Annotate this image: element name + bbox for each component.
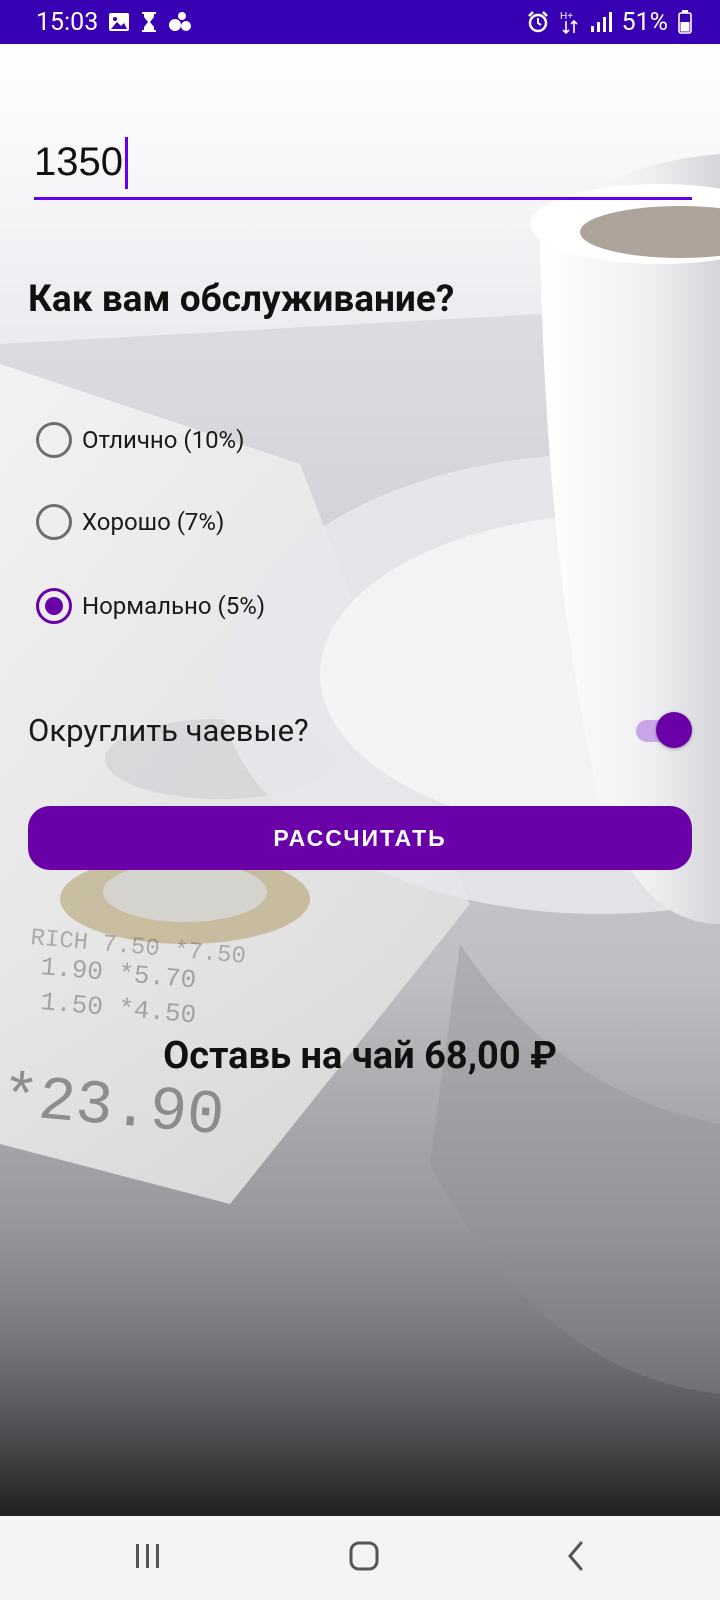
- image-icon: [108, 11, 130, 33]
- amount-value: 1350: [34, 140, 123, 184]
- radio-option-good[interactable]: Хорошо (7%): [36, 504, 224, 540]
- hourglass-icon: [140, 11, 158, 33]
- radio-label: Хорошо (7%): [82, 508, 225, 536]
- status-right: H+ 51%: [526, 8, 692, 37]
- battery-icon: [678, 10, 692, 34]
- bubbles-icon: [168, 11, 194, 33]
- radio-label: Нормально (5%): [82, 592, 266, 620]
- status-left: 15:03: [36, 8, 194, 37]
- radio-button[interactable]: [36, 504, 72, 540]
- round-tips-switch[interactable]: [632, 710, 692, 750]
- text-cursor: [124, 136, 128, 189]
- alarm-icon: [526, 10, 550, 34]
- status-time: 15:03: [36, 7, 99, 37]
- switch-thumb[interactable]: [656, 712, 692, 748]
- round-tips-row: Округлить чаевые?: [28, 710, 692, 750]
- recent-apps-icon[interactable]: [133, 1542, 163, 1574]
- radio-button[interactable]: [36, 422, 72, 458]
- radio-button-checked[interactable]: [36, 588, 72, 624]
- background-photo: *23.90 1.90 *5.70 1.50 *4.50 RICH 7.50 *…: [0, 44, 720, 1516]
- service-question: Как вам обслуживание?: [28, 278, 455, 321]
- status-bar: 15:03 H+ 51%: [0, 0, 720, 44]
- back-icon[interactable]: [565, 1540, 587, 1576]
- round-tips-label: Округлить чаевые?: [28, 711, 309, 749]
- battery-percent: 51%: [621, 7, 668, 37]
- signal-icon: [590, 11, 612, 33]
- radio-label: Отлично (10%): [82, 426, 245, 454]
- svg-text:H+: H+: [560, 11, 573, 22]
- tip-result: Оставь на чай 68,00 ₽: [163, 1034, 557, 1078]
- home-icon[interactable]: [348, 1540, 380, 1576]
- navigation-bar: [0, 1516, 720, 1600]
- amount-input[interactable]: 1350: [34, 128, 692, 200]
- radio-option-excellent[interactable]: Отлично (10%): [36, 422, 245, 458]
- radio-option-normal[interactable]: Нормально (5%): [36, 588, 265, 624]
- calculate-button[interactable]: РАССЧИТАТЬ: [28, 806, 692, 870]
- data-arrows-icon: H+: [560, 9, 580, 35]
